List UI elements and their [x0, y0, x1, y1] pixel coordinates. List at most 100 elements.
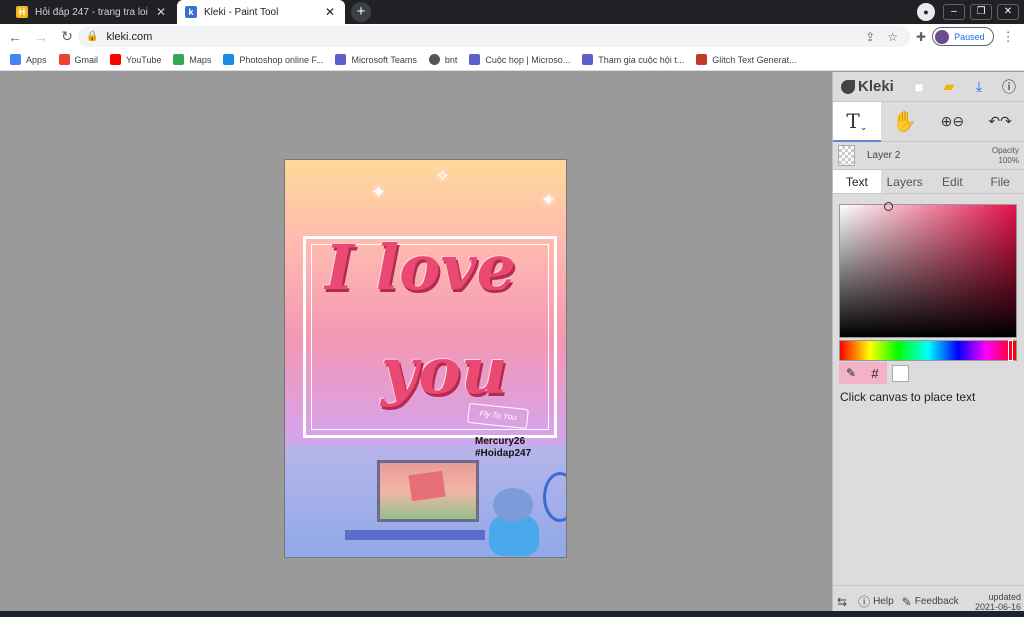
kleki-favicon-icon: k [185, 6, 197, 18]
drawing-canvas[interactable]: ✦ ✧ ✦ ✧ I love you Fly To You Mercury26 … [284, 159, 567, 558]
back-icon[interactable]: ← [4, 29, 26, 45]
canvas-workspace[interactable]: ✦ ✧ ✦ ✧ I love you Fly To You Mercury26 … [0, 72, 832, 617]
minimize-button[interactable]: – [943, 4, 965, 20]
teams-icon [335, 54, 347, 65]
window-sign [408, 470, 446, 502]
hand-tool-button[interactable]: ✋ [881, 102, 929, 142]
download-icon[interactable]: ⤓ [964, 78, 994, 95]
room-window [377, 460, 479, 522]
hex-input-button[interactable]: # [863, 362, 887, 384]
color-tools-row: ✎ # [839, 362, 909, 384]
swap-arrows-icon: ⇆ [837, 594, 848, 609]
apps-grid-icon [10, 54, 21, 65]
bookmark-bnt[interactable]: bnt [428, 54, 457, 65]
tab-hoidap[interactable]: H Hỏi đáp 247 - trang tra loi ✕ [8, 0, 176, 24]
text-tool-hint: Click canvas to place text [840, 390, 976, 404]
bookmark-gmail[interactable]: Gmail [58, 54, 98, 65]
eyedropper-icon[interactable]: ✎ [839, 362, 863, 384]
tab-layers[interactable]: Layers [881, 170, 929, 193]
color-picker-knob[interactable] [884, 202, 893, 211]
open-folder-icon[interactable]: ▰ [934, 78, 964, 95]
hue-slider[interactable] [839, 340, 1017, 361]
reload-icon[interactable]: ↻ [56, 28, 78, 45]
you-text: you [381, 334, 508, 409]
hue-slider-handle[interactable] [1008, 340, 1013, 361]
bookmark-join-meeting[interactable]: Tham gia cuộc hội t... [582, 54, 684, 65]
feedback-icon: ✎ [901, 594, 912, 609]
love-text: I love [325, 231, 516, 304]
help-button[interactable]: ⓘ Help [858, 593, 894, 610]
new-tab-button[interactable]: + [351, 2, 371, 22]
extensions-puzzle-icon[interactable]: ✚ [916, 30, 926, 44]
opacity-readout: Opacity 100% [991, 145, 1019, 165]
tab-edit[interactable]: Edit [929, 170, 977, 193]
os-taskbar [0, 611, 1024, 617]
url-text[interactable]: kleki.com [106, 31, 152, 43]
bear-head [493, 488, 533, 522]
maps-icon [173, 54, 185, 65]
tab-title: Kleki - Paint Tool [204, 6, 279, 18]
teams-icon [582, 54, 594, 65]
bookmark-apps[interactable]: Apps [10, 54, 47, 65]
layer-preview-row[interactable]: Layer 2 Opacity 100% [833, 142, 1024, 170]
secondary-color-swatch[interactable] [892, 364, 909, 382]
layer-name: Layer 2 [867, 150, 901, 161]
youtube-icon [110, 54, 122, 65]
window-controls: ● – ❐ ✕ [917, 0, 1024, 24]
swap-side-button[interactable]: ⇆ [837, 595, 850, 609]
kleki-logo[interactable]: Kleki [841, 78, 894, 95]
maximize-button[interactable]: ❐ [970, 4, 992, 20]
bookmarks-bar: Apps Gmail YouTube Maps Photoshop online… [0, 49, 1024, 71]
share-icon[interactable]: ⇪ [865, 30, 875, 44]
signature-tag: #Hoidap247 [475, 448, 532, 459]
glitch-icon [696, 54, 708, 65]
undo-redo-buttons[interactable]: ↶↷ [976, 102, 1024, 142]
room-shelf [345, 530, 485, 540]
bookmark-star-icon[interactable]: ☆ [887, 30, 898, 44]
sparkle-icon: ✦ [541, 190, 557, 210]
sparkle-icon: ✧ [435, 166, 451, 186]
profile-button[interactable]: Paused [932, 27, 994, 46]
teddy-bear [483, 488, 545, 557]
bookmark-meeting[interactable]: Cuộc họp | Microso... [469, 54, 570, 65]
browser-toolbar: ← → ↻ 🔒 kleki.com ⇪ ☆ ✚ Paused ⋮ [0, 24, 1024, 49]
bookmark-maps[interactable]: Maps [173, 54, 211, 65]
extension-icon[interactable]: ● [917, 3, 935, 21]
avatar [935, 29, 950, 44]
panel-tabs: Text Layers Edit File [833, 170, 1024, 194]
menu-kebab-icon[interactable]: ⋮ [1002, 29, 1015, 45]
layer-thumbnail [838, 145, 855, 166]
gmail-icon [58, 54, 70, 65]
bookmark-youtube[interactable]: YouTube [110, 54, 161, 65]
tab-kleki[interactable]: k Kleki - Paint Tool ✕ [177, 0, 345, 24]
forward-icon[interactable]: → [30, 29, 52, 45]
text-tool-button[interactable]: T ⌄ [833, 101, 881, 142]
lock-icon: 🔒 [86, 31, 99, 42]
kleki-logo-icon [841, 79, 855, 94]
hoidap-favicon-icon: H [16, 6, 28, 18]
sparkle-icon: ✦ [371, 182, 387, 202]
color-saturation-picker[interactable] [839, 202, 1017, 338]
help-icon[interactable]: ⓘ [994, 77, 1024, 97]
zoom-buttons[interactable]: ⊕⊖ [929, 102, 977, 142]
signature: Mercury26 #Hoidap247 [475, 436, 531, 460]
tab-close-icon[interactable]: ✕ [154, 5, 168, 19]
address-bar[interactable]: 🔒 kleki.com ⇪ ☆ [78, 26, 910, 47]
bookmark-glitch[interactable]: Glitch Text Generat... [696, 54, 797, 65]
tab-file[interactable]: File [976, 170, 1024, 193]
new-image-icon[interactable]: ■ [904, 79, 934, 95]
tab-text[interactable]: Text [833, 170, 881, 193]
tab-close-icon[interactable]: ✕ [323, 5, 337, 19]
updated-date: updated 2021-06-16 [974, 591, 1021, 612]
profile-status: Paused [954, 31, 985, 42]
tab-strip: H Hỏi đáp 247 - trang tra loi ✕ k Kleki … [0, 0, 1024, 24]
globe-icon [428, 54, 440, 65]
kleki-panel: Kleki ■ ▰ ⤓ ⓘ T ⌄ ✋ ⊕⊖ ↶↷ Layer 2 Opacity… [832, 72, 1024, 617]
bookmark-photoshop[interactable]: Photoshop online F... [223, 54, 323, 65]
tool-row: T ⌄ ✋ ⊕⊖ ↶↷ [833, 101, 1024, 142]
close-window-button[interactable]: ✕ [997, 4, 1019, 20]
feedback-button[interactable]: ✎ Feedback [902, 595, 959, 609]
bookmark-teams[interactable]: Microsoft Teams [335, 54, 417, 65]
kleki-header: Kleki ■ ▰ ⤓ ⓘ [833, 72, 1024, 102]
teams-icon [469, 54, 481, 65]
